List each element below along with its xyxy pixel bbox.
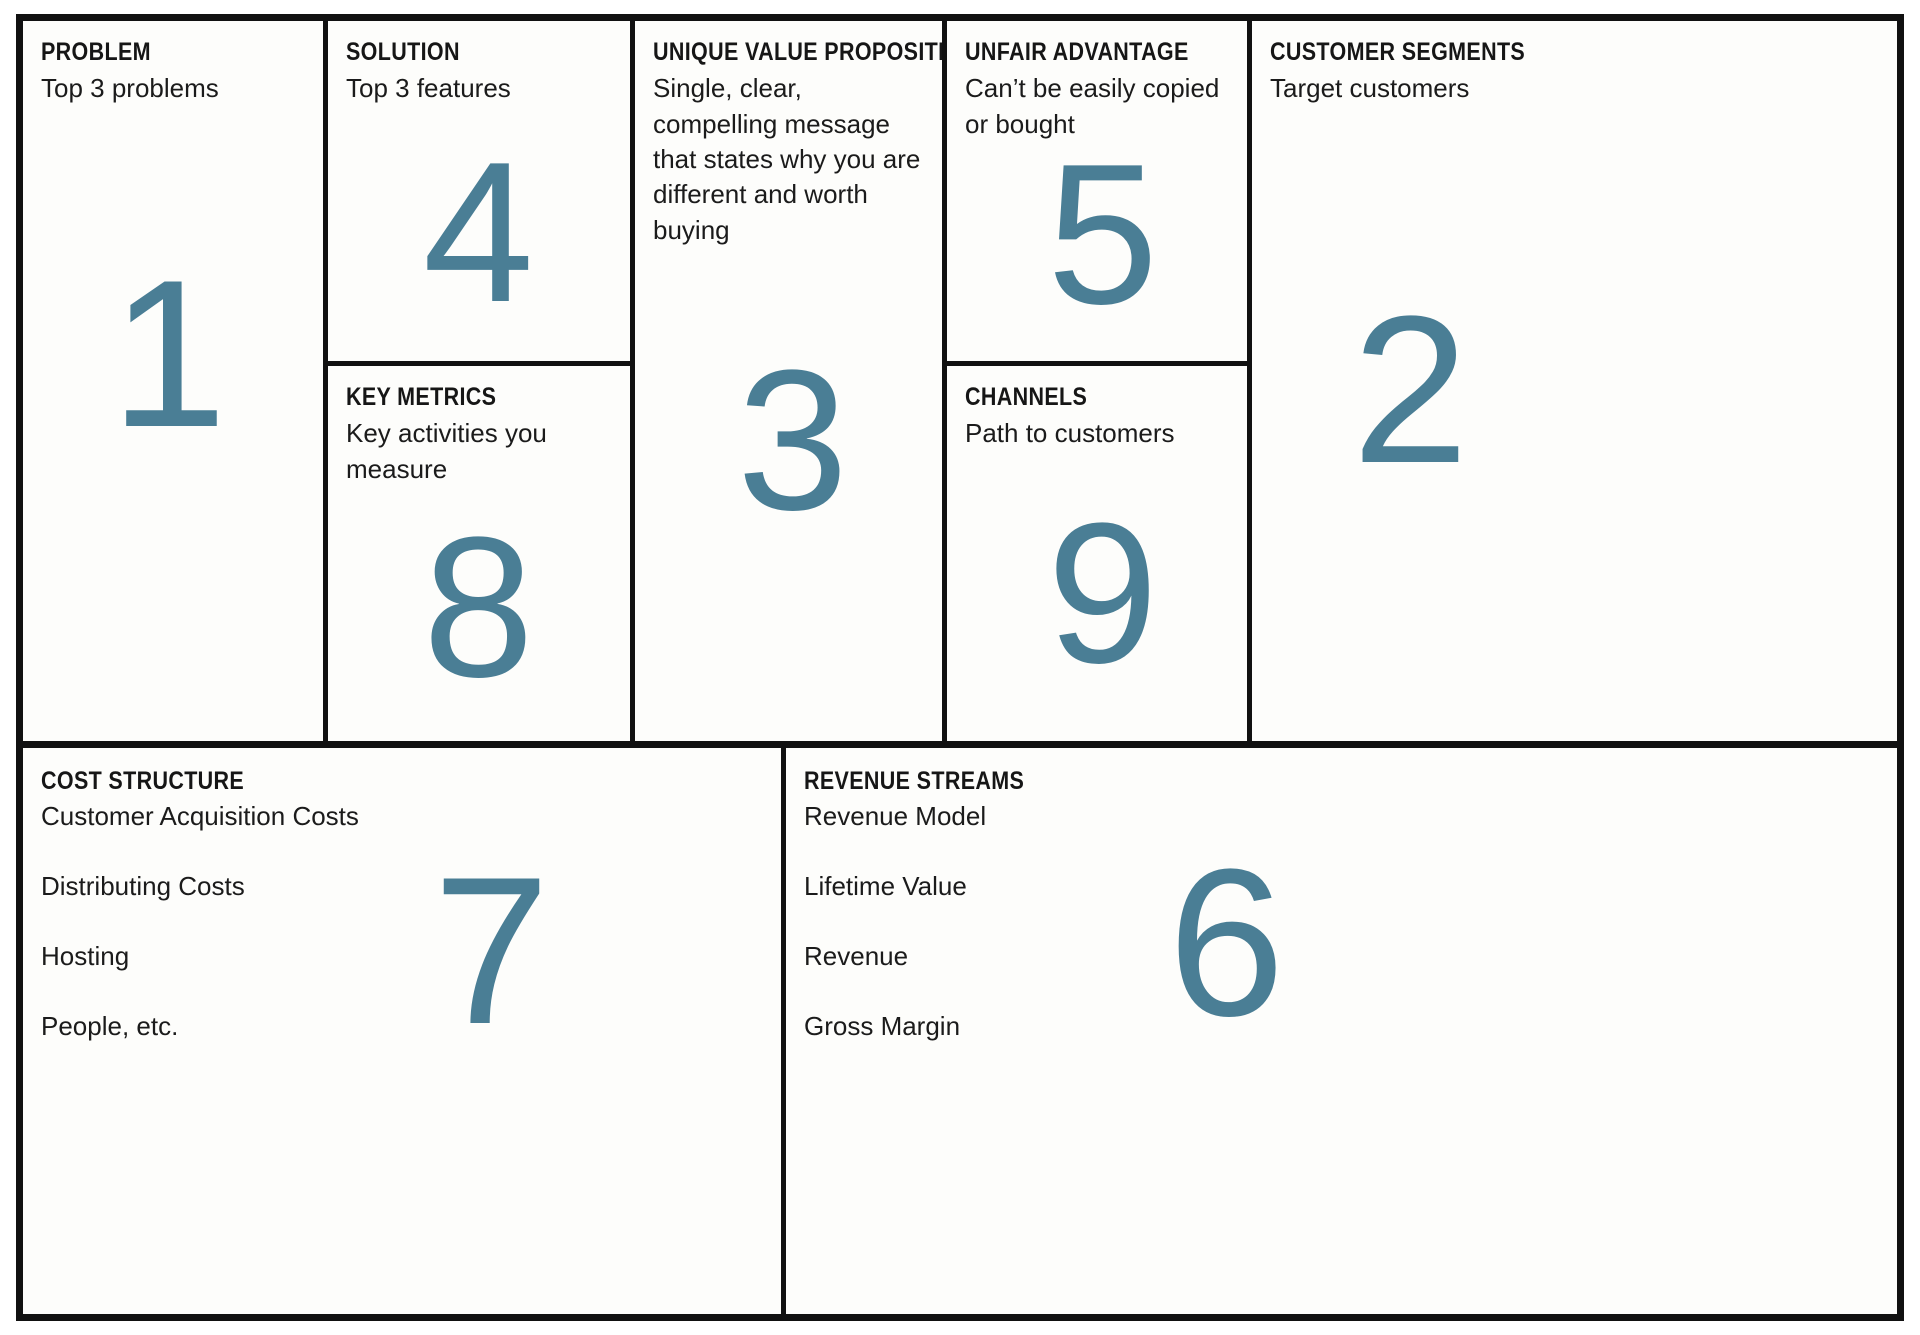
cost-structure-list: Customer Acquisition Costs Distributing … (41, 800, 763, 1043)
list-item: Lifetime Value (804, 871, 967, 902)
cell-title-customer-segments: CUSTOMER SEGMENTS (1270, 38, 1526, 66)
canvas-top-row: PROBLEM Top 3 problems 1 SOLUTION Top 3 … (23, 21, 1897, 748)
canvas-frame: PROBLEM Top 3 problems 1 SOLUTION Top 3 … (16, 14, 1904, 1321)
step-number-key-metrics: 8 (422, 496, 534, 719)
cell-customer-segments[interactable]: CUSTOMER SEGMENTS Target customers 2 (1252, 21, 1897, 741)
column-cost-structure: COST STRUCTURE Customer Acquisition Cost… (23, 748, 781, 1314)
cell-problem[interactable]: PROBLEM Top 3 problems 1 (23, 21, 323, 741)
step-number-unfair-advantage: 5 (1047, 123, 1159, 346)
canvas-bottom-row: COST STRUCTURE Customer Acquisition Cost… (23, 748, 1897, 1314)
cell-key-metrics[interactable]: KEY METRICS Key activities you measure 8 (328, 366, 630, 741)
cell-description-unique-value-proposition: Single, clear, compelling message that s… (653, 73, 921, 245)
cell-solution[interactable]: SOLUTION Top 3 features 4 (328, 21, 630, 366)
cell-title-problem: PROBLEM (41, 38, 151, 66)
cell-title-revenue-streams: REVENUE STREAMS (804, 767, 1025, 795)
step-number-customer-segments: 2 (1352, 272, 1469, 507)
step-number-solution: 4 (422, 121, 534, 344)
step-number-problem: 1 (110, 236, 227, 471)
cell-channels[interactable]: CHANNELS Path to customers 9 (947, 366, 1247, 741)
cell-description-unfair-advantage: Can’t be easily copied or bought (965, 73, 1220, 139)
cell-title-cost-structure: COST STRUCTURE (41, 767, 245, 795)
list-item: Distributing Costs (41, 871, 245, 902)
cell-title-channels: CHANNELS (965, 383, 1088, 411)
cell-description-channels: Path to customers (965, 418, 1175, 449)
list-item: People, etc. (41, 1010, 179, 1041)
cell-description-solution: Top 3 features (346, 73, 511, 104)
list-item: Revenue Model (804, 801, 987, 832)
column-problem: PROBLEM Top 3 problems 1 (23, 21, 323, 741)
list-item: Hosting (41, 940, 130, 971)
column-unfair-advantage-channels: UNFAIR ADVANTAGE Can’t be easily copied … (942, 21, 1247, 741)
cell-description-key-metrics: Key activities you measure (346, 418, 547, 484)
cell-title-solution: SOLUTION (346, 38, 460, 66)
cell-revenue-streams[interactable]: REVENUE STREAMS Revenue Model Lifetime V… (786, 748, 1897, 1314)
step-number-unique-value-proposition: 3 (737, 329, 849, 552)
cell-title-unique-value-proposition: UNIQUE VALUE PROPOSITION (653, 38, 942, 66)
cell-cost-structure[interactable]: COST STRUCTURE Customer Acquisition Cost… (23, 748, 781, 1314)
column-revenue-streams: REVENUE STREAMS Revenue Model Lifetime V… (781, 748, 1897, 1314)
list-item: Customer Acquisition Costs (41, 801, 359, 832)
cell-description-problem: Top 3 problems (41, 73, 219, 104)
list-item: Revenue (804, 940, 909, 971)
column-solution-key-metrics: SOLUTION Top 3 features 4 KEY METRICS Ke… (323, 21, 630, 741)
cell-unique-value-proposition[interactable]: UNIQUE VALUE PROPOSITION Single, clear, … (635, 21, 942, 741)
cell-title-key-metrics: KEY METRICS (346, 383, 497, 411)
lean-canvas-root: PROBLEM Top 3 problems 1 SOLUTION Top 3 … (0, 0, 1920, 1335)
cell-unfair-advantage[interactable]: UNFAIR ADVANTAGE Can’t be easily copied … (947, 21, 1247, 366)
revenue-streams-list: Revenue Model Lifetime Value Revenue Gro… (804, 800, 1879, 1043)
list-item: Gross Margin (804, 1010, 961, 1041)
column-customer-segments: CUSTOMER SEGMENTS Target customers 2 (1247, 21, 1897, 741)
column-unique-value-proposition: UNIQUE VALUE PROPOSITION Single, clear, … (630, 21, 942, 741)
step-number-channels: 9 (1047, 482, 1159, 705)
cell-title-unfair-advantage: UNFAIR ADVANTAGE (965, 38, 1189, 66)
cell-description-customer-segments: Target customers (1270, 73, 1470, 104)
